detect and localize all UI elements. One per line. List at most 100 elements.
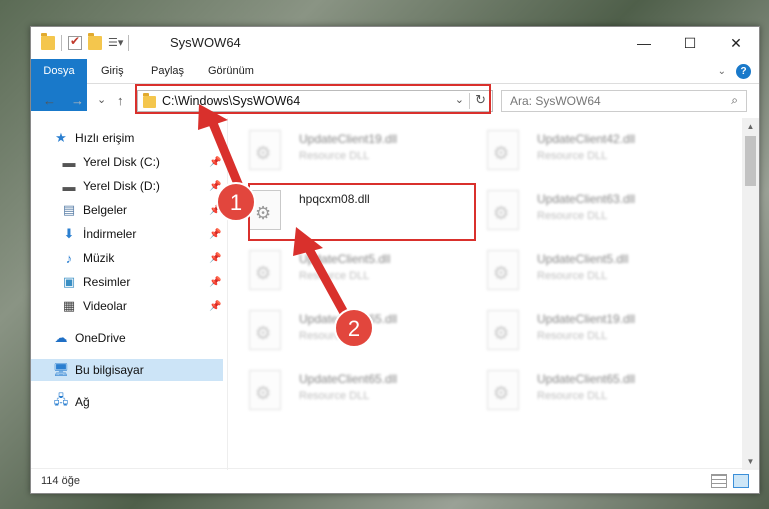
maximize-button[interactable]: ☐	[667, 27, 713, 59]
quick-access-toolbar: ☰▾	[41, 33, 129, 51]
tab-home[interactable]: Giriş	[91, 59, 134, 84]
properties-icon[interactable]	[68, 34, 82, 50]
document-icon: ▤	[62, 202, 76, 217]
star-icon: ★	[55, 130, 67, 145]
file-name: UpdateClient19.dll	[537, 312, 636, 326]
dll-file-icon	[249, 250, 281, 290]
file-type: Resource DLL	[537, 390, 608, 402]
tab-share[interactable]: Paylaş	[141, 59, 194, 84]
pin-icon[interactable]: 📌	[209, 277, 221, 288]
details-view-icon[interactable]	[711, 474, 727, 488]
sidebar-item-label: Müzik	[83, 251, 115, 265]
file-item[interactable]: UpdateClient5.dll Resource DLL	[231, 244, 461, 296]
drive-icon: ▬	[62, 178, 76, 194]
back-button[interactable]: ←	[43, 93, 56, 108]
file-name: UpdateClient65.dll	[299, 372, 398, 386]
sidebar-item-documents[interactable]: ▤ Belgeler 📌	[31, 199, 223, 221]
sidebar-item-music[interactable]: ♪ Müzik 📌	[31, 247, 223, 269]
item-count: 114 öğe	[41, 475, 80, 487]
large-icons-view-icon[interactable]	[733, 474, 749, 488]
file-item[interactable]: UpdateClient42.dll Resource DLL	[469, 124, 699, 176]
file-name: UpdateClient5.dll	[299, 252, 391, 266]
toolbar-separator	[128, 35, 129, 51]
sidebar-item-network[interactable]: 🖧 Ağ	[31, 391, 223, 413]
sidebar-item-onedrive[interactable]: ☁ OneDrive	[31, 327, 223, 349]
sidebar-item-label: Hızlı erişim	[75, 131, 135, 145]
video-icon: ▦	[62, 298, 76, 313]
sidebar-item-pictures[interactable]: ▣ Resimler 📌	[31, 271, 223, 293]
file-type: Resource DLL	[299, 270, 370, 282]
file-list: UpdateClient19.dll Resource DLL UpdateCl…	[231, 118, 741, 470]
address-highlight-box	[135, 84, 491, 114]
sidebar-item-label: Bu bilgisayar	[75, 363, 144, 377]
window-title: SysWOW64	[170, 35, 241, 50]
sidebar-item-label: Ağ	[75, 395, 90, 409]
step-badge-2: 2	[334, 308, 374, 348]
pin-icon[interactable]: 📌	[209, 157, 221, 168]
help-icon[interactable]: ?	[736, 64, 751, 79]
pin-icon[interactable]: 📌	[209, 229, 221, 240]
scrollbar-thumb[interactable]	[745, 136, 756, 186]
network-icon: 🖧	[53, 392, 69, 407]
close-button[interactable]: ✕	[713, 27, 759, 59]
folder-icon[interactable]	[41, 33, 55, 50]
sidebar-item-label: Videolar	[83, 299, 127, 313]
dll-file-icon	[487, 130, 519, 170]
sidebar-item-quick-access[interactable]: ★ Hızlı erişim	[31, 127, 223, 149]
file-item[interactable]: UpdateClient65.dll Resource DLL	[469, 364, 699, 416]
file-item[interactable]: UpdateClient19.dll Resource DLL	[231, 124, 461, 176]
search-input[interactable]	[510, 91, 710, 111]
status-bar: 114 öğe	[31, 468, 759, 493]
file-item[interactable]: UpdateClient63.dll Resource DLL	[469, 184, 699, 236]
tab-view[interactable]: Görünüm	[198, 59, 264, 84]
pane-divider[interactable]	[227, 118, 228, 470]
file-type: Resource DLL	[537, 330, 608, 342]
pin-icon[interactable]: 📌	[209, 301, 221, 312]
sidebar-item-label: Belgeler	[83, 203, 128, 217]
customize-toolbar-icon[interactable]: ☰▾	[108, 36, 123, 50]
sidebar-item-local-disk-d[interactable]: ▬ Yerel Disk (D:) 📌	[31, 175, 223, 197]
file-type: Resource DLL	[299, 390, 370, 402]
file-item[interactable]: UpdateClient5.dll Resource DLL	[469, 244, 699, 296]
file-name: UpdateClient42.dll	[537, 132, 636, 146]
dll-file-icon	[487, 310, 519, 350]
forward-button[interactable]: →	[71, 93, 84, 108]
file-item[interactable]: UpdateClient65.dll Resource DLL	[231, 364, 461, 416]
vertical-scrollbar[interactable]: ▲ ▼	[742, 118, 759, 470]
sidebar-item-this-pc[interactable]: 🖥 Bu bilgisayar	[31, 359, 223, 381]
sidebar-item-label: OneDrive	[75, 331, 126, 345]
title-bar: ☰▾ SysWOW64 — ☐ ✕	[31, 27, 759, 59]
sidebar-item-label: Yerel Disk (D:)	[83, 179, 160, 193]
pin-icon[interactable]: 📌	[209, 253, 221, 264]
up-button[interactable]: ↑	[117, 93, 124, 108]
search-icon[interactable]: ⌕	[731, 93, 738, 108]
download-icon: ⬇	[63, 226, 75, 241]
pictures-icon: ▣	[62, 274, 76, 289]
file-name: UpdateClient19.dll	[299, 132, 398, 146]
file-type: Resource DLL	[299, 150, 370, 162]
ribbon-tabs: Dosya Giriş Paylaş Görünüm ⌄ ?	[31, 59, 759, 111]
toolbar-separator	[61, 35, 62, 51]
computer-icon: 🖥	[52, 362, 70, 377]
sidebar-item-local-disk-c[interactable]: ▬ Yerel Disk (C:) 📌	[31, 151, 223, 173]
recent-locations-button[interactable]: ⌄	[97, 93, 106, 106]
window-controls: — ☐ ✕	[621, 27, 759, 59]
file-type: Resource DLL	[537, 270, 608, 282]
sidebar-item-label: Yerel Disk (C:)	[83, 155, 160, 169]
sidebar-item-downloads[interactable]: ⬇ İndirmeler 📌	[31, 223, 223, 245]
dll-file-icon	[487, 370, 519, 410]
new-folder-icon[interactable]	[88, 33, 102, 50]
search-box[interactable]: ⌕	[501, 90, 747, 112]
scroll-up-icon[interactable]: ▲	[742, 118, 759, 135]
sidebar-item-label: İndirmeler	[83, 227, 137, 241]
file-name: UpdateClient65.dll	[537, 372, 636, 386]
file-item[interactable]: UpdateClient19.dll Resource DLL	[469, 304, 699, 356]
file-type: Resource DLL	[537, 210, 608, 222]
cloud-icon: ☁	[54, 330, 68, 345]
expand-ribbon-icon[interactable]: ⌄	[718, 66, 726, 77]
dll-file-icon	[249, 370, 281, 410]
sidebar-item-videos[interactable]: ▦ Videolar 📌	[31, 295, 223, 317]
file-highlight-box	[248, 183, 476, 241]
drive-icon: ▬	[62, 154, 76, 170]
minimize-button[interactable]: —	[621, 27, 667, 59]
